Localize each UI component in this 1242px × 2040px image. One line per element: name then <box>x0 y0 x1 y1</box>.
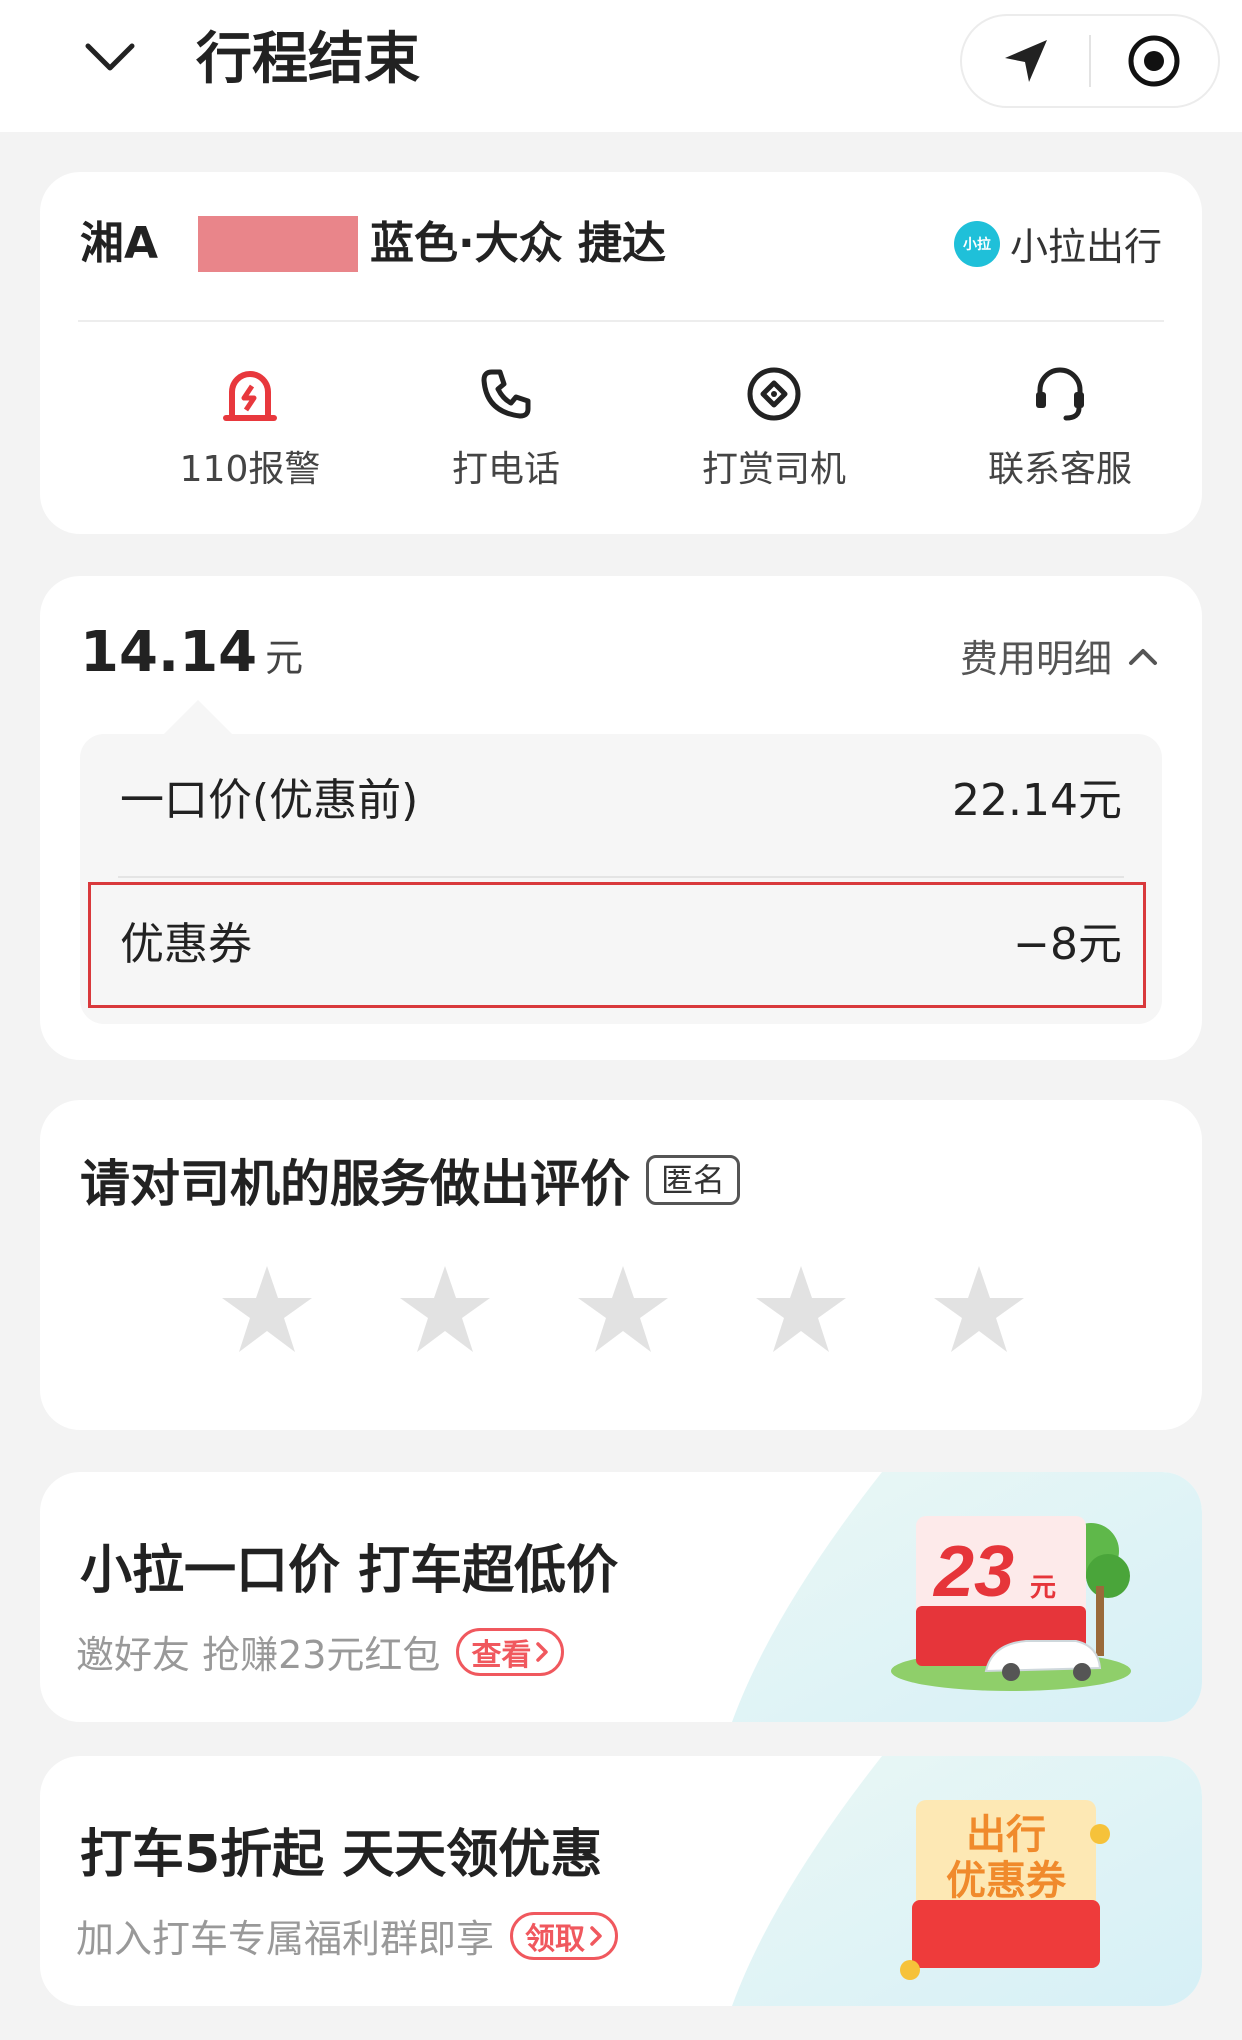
back-button[interactable] <box>78 26 142 90</box>
view-button[interactable]: 查看 <box>456 1627 565 1676</box>
fee-row-label: 优惠券 <box>120 919 252 970</box>
rating-title: 请对司机的服务做出评价 <box>80 1155 630 1213</box>
plate-number: 湘A <box>80 218 159 269</box>
page-title: 行程结束 <box>196 27 420 92</box>
claim-button-label: 领取 <box>525 1921 586 1957</box>
promo-subtitle-row: 加入打车专属福利群即享 领取 <box>76 1908 619 1963</box>
customer-service-button[interactable]: 联系客服 <box>950 362 1170 502</box>
action-label: 打电话 <box>451 449 560 490</box>
fee-box-notch <box>164 700 232 734</box>
call-button[interactable]: 打电话 <box>396 362 616 502</box>
star-icon <box>400 1266 490 1352</box>
coupon-illustration: 出行 优惠券 <box>886 1790 1146 1980</box>
fee-row-value: 22.14元 <box>952 775 1122 826</box>
plate-redaction <box>198 216 358 272</box>
close-button[interactable] <box>1091 14 1218 108</box>
promo-subtitle: 加入打车专属福利群即享 <box>76 1917 495 1961</box>
fee-row-value: −8元 <box>1013 919 1122 970</box>
divider <box>78 320 1164 322</box>
fee-row: 优惠券 −8元 <box>120 900 1122 980</box>
target-icon <box>1128 35 1180 87</box>
divider <box>118 876 1124 878</box>
fee-unit: 元 <box>265 636 304 680</box>
chevron-up-icon <box>1129 648 1157 665</box>
star-1[interactable] <box>220 1262 314 1356</box>
chevron-down-icon <box>85 43 135 71</box>
fee-card: 14.14 元 费用明细 一口价(优惠前) 22.14元 优惠券 −8元 <box>40 576 1202 1060</box>
rating-header: 请对司机的服务做出评价 匿名 <box>80 1144 741 1216</box>
red-packet-amount: 23 <box>932 1532 1014 1612</box>
action-label: 联系客服 <box>987 449 1132 490</box>
promo-title: 小拉一口价 打车超低价 <box>80 1541 619 1601</box>
star-icon <box>578 1266 668 1352</box>
rating-card: 请对司机的服务做出评价 匿名 <box>40 1100 1202 1430</box>
navigation-arrow-icon <box>1004 40 1047 82</box>
chevron-right-icon <box>590 1925 602 1946</box>
promo-title: 打车5折起 天天领优惠 <box>80 1825 603 1885</box>
view-button-label: 查看 <box>471 1637 532 1673</box>
fee-row-label: 一口价(优惠前) <box>120 775 419 826</box>
fee-detail-toggle[interactable]: 费用明细 <box>960 628 1158 683</box>
promo-banner-invite[interactable]: 小拉一口价 打车超低价 邀好友 抢赚23元红包 查看 23 元 <box>40 1472 1202 1722</box>
star-2[interactable] <box>398 1262 492 1356</box>
fee-detail-label: 费用明细 <box>959 637 1112 681</box>
brand: 小拉 小拉出行 <box>953 216 1162 271</box>
car-description: 蓝色·大众 捷达 <box>370 218 667 269</box>
headset-icon <box>1028 362 1092 426</box>
star-5[interactable] <box>932 1262 1026 1356</box>
action-row: 110报警 打电话 打赏司机 联系客服 <box>40 362 1202 502</box>
claim-button[interactable]: 领取 <box>510 1911 619 1960</box>
chevron-right-icon <box>536 1641 549 1662</box>
action-label: 打赏司机 <box>701 449 846 490</box>
star-icon <box>222 1266 312 1352</box>
star-3[interactable] <box>576 1262 670 1356</box>
promo-subtitle-row: 邀好友 抢赚23元红包 查看 <box>76 1624 565 1679</box>
red-packet-illustration: 23 元 <box>886 1506 1146 1696</box>
star-icon <box>934 1266 1024 1352</box>
car-info-card: 湘A 蓝色·大众 捷达 小拉 小拉出行 110报警 打电话 打赏司机 联系客服 <box>40 172 1202 534</box>
anonymous-badge: 匿名 <box>646 1155 741 1205</box>
phone-icon <box>474 362 538 426</box>
mini-program-capsule <box>960 14 1220 108</box>
star-icon <box>756 1266 846 1352</box>
action-label: 110报警 <box>179 449 321 490</box>
star-4[interactable] <box>754 1262 848 1356</box>
reward-driver-button[interactable]: 打赏司机 <box>664 362 884 502</box>
fee-amount: 14.14 <box>80 620 258 685</box>
red-packet-unit: 元 <box>1030 1573 1056 1603</box>
star-rating <box>220 1262 1026 1356</box>
brand-logo-icon: 小拉 <box>953 220 1000 267</box>
reward-icon <box>742 362 806 426</box>
alarm-icon <box>218 362 282 426</box>
location-button[interactable] <box>962 14 1089 108</box>
promo-banner-group[interactable]: 打车5折起 天天领优惠 加入打车专属福利群即享 领取 出行 优惠券 <box>40 1756 1202 2006</box>
fee-breakdown: 一口价(优惠前) 22.14元 优惠券 −8元 <box>80 734 1162 1024</box>
top-bar: 行程结束 <box>0 0 1242 132</box>
fee-total: 14.14 元 <box>80 620 303 685</box>
alarm-button[interactable]: 110报警 <box>140 362 360 502</box>
fee-row: 一口价(优惠前) 22.14元 <box>120 756 1122 836</box>
coupon-line-2: 优惠券 <box>946 1858 1067 1904</box>
brand-name: 小拉出行 <box>1009 225 1162 269</box>
coupon-line-1: 出行 <box>966 1812 1046 1858</box>
promo-subtitle: 邀好友 抢赚23元红包 <box>76 1633 441 1677</box>
